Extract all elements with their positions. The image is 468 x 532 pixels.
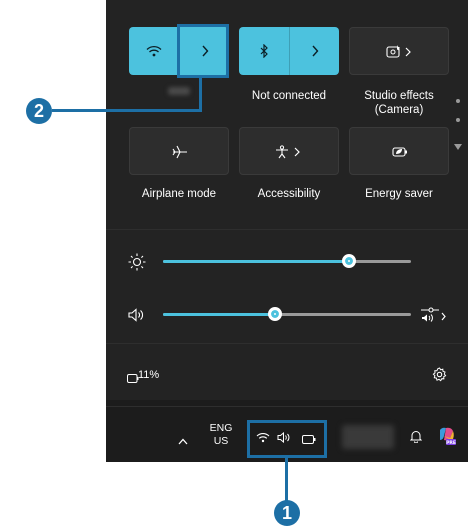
battery-percent: 11% [138,369,160,381]
audio-output-icon[interactable] [420,305,448,328]
studio-effects-tile[interactable] [349,27,449,75]
brightness-slider[interactable] [163,254,411,268]
volume-slider-fill [163,313,275,316]
volume-slider-thumb[interactable] [268,307,282,321]
airplane-mode-tile[interactable] [129,127,229,175]
airplane-mode-label: Airplane mode [141,188,217,200]
page-down-icon[interactable] [454,137,462,155]
page-dot[interactable] [456,99,460,103]
highlight-system-tray [247,420,327,458]
bluetooth-toggle[interactable] [239,27,289,75]
callout-1: 1 [274,500,300,526]
energy-saver-icon [392,146,408,158]
settings-gear-icon[interactable] [432,367,447,387]
chevron-up-icon[interactable] [178,432,188,450]
notification-bell-icon[interactable] [409,430,423,448]
copilot-icon[interactable]: PRE [437,426,457,451]
wifi-icon [146,45,162,57]
volume-slider[interactable] [163,307,411,321]
brightness-slider-thumb[interactable] [342,254,356,268]
studio-effects-label: Studio effects (Camera) [364,90,434,116]
language-indicator[interactable]: ENG US [204,422,238,448]
highlight-wifi-expand [177,24,229,78]
accessibility-icon [275,145,305,159]
page-dot[interactable] [456,118,460,122]
energy-saver-tile[interactable] [349,127,449,175]
bluetooth-expand-button[interactable] [290,27,339,75]
accessibility-label: Accessibility [257,188,321,200]
divider [106,343,468,344]
bluetooth-icon [259,44,269,58]
divider [106,229,468,230]
accessibility-tile[interactable] [239,127,339,175]
brightness-icon [128,253,146,276]
chevron-right-icon [311,45,319,57]
callout-2: 2 [26,98,52,124]
wifi-toggle[interactable] [129,27,179,75]
studio-effects-icon [386,45,414,59]
wifi-network-label [168,87,190,95]
airplane-icon [172,145,188,159]
clock-blurred[interactable] [342,425,394,449]
brightness-slider-fill [163,260,349,263]
energy-saver-label: Energy saver [365,188,433,200]
svg-text:PRE: PRE [446,440,456,446]
bluetooth-label: Not connected [251,90,327,102]
speaker-icon[interactable] [128,308,146,327]
bluetooth-tile[interactable] [239,27,339,75]
